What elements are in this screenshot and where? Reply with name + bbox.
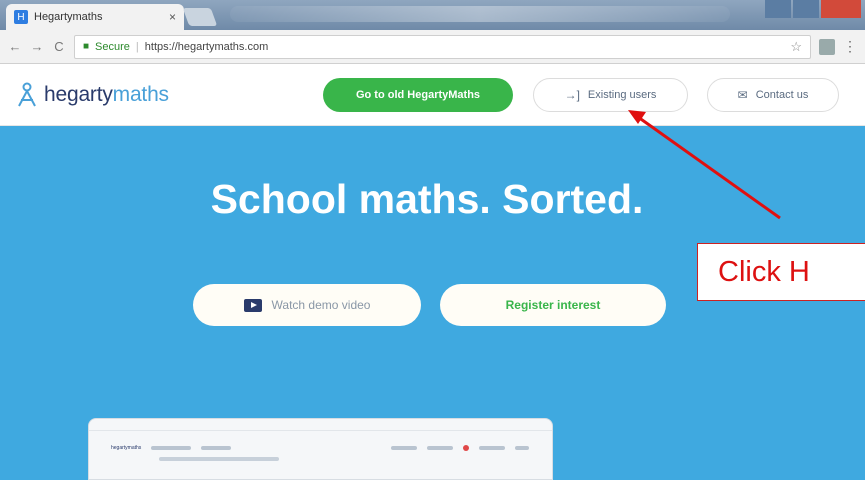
- browser-menu-icon[interactable]: ⋮: [843, 38, 857, 55]
- preview-notification-dot: [463, 445, 469, 451]
- preview-nav-chip: [479, 446, 505, 450]
- logo-text-2: maths: [112, 83, 169, 106]
- favicon-icon: H: [14, 10, 28, 24]
- preview-nav-chip: [151, 446, 192, 450]
- maximize-button[interactable]: [793, 0, 819, 18]
- minimize-button[interactable]: [765, 0, 791, 18]
- hegartymaths-logo[interactable]: hegartymaths: [16, 82, 169, 108]
- existing-users-label: Existing users: [587, 89, 657, 101]
- preview-nav-chip: [391, 446, 417, 450]
- sign-in-icon: →]: [564, 88, 580, 102]
- contact-us-label: Contact us: [755, 89, 809, 101]
- browser-toolbar: ← → C ■ Secure | https://hegartymaths.co…: [0, 30, 865, 64]
- register-interest-button[interactable]: Register interest: [440, 284, 666, 326]
- window-close-button[interactable]: [821, 0, 861, 18]
- browser-tabstrip: H Hegartymaths ×: [0, 0, 865, 30]
- logo-mark-icon: [18, 82, 36, 107]
- address-bar[interactable]: ■ Secure | https://hegartymaths.com ☆: [74, 34, 811, 59]
- lock-icon: ■: [83, 41, 90, 52]
- preview-titlebar: [89, 419, 552, 431]
- preview-subnav: [159, 457, 279, 461]
- existing-users-button[interactable]: →] Existing users: [533, 78, 688, 112]
- back-icon[interactable]: ←: [8, 39, 22, 54]
- tab-close-icon[interactable]: ×: [169, 10, 176, 24]
- app-preview-image: hegartymaths: [88, 418, 553, 480]
- preview-logo: hegartymaths: [111, 445, 142, 451]
- logo-text: hegartymaths: [44, 83, 169, 107]
- new-tab-button[interactable]: [182, 8, 218, 26]
- preview-nav-chip: [515, 446, 529, 450]
- register-interest-label: Register interest: [505, 298, 601, 312]
- watch-demo-label: Watch demo video: [271, 298, 371, 312]
- logo-text-1: hegarty: [44, 83, 113, 106]
- browser-tab[interactable]: H Hegartymaths ×: [6, 4, 184, 30]
- hero-section: School maths. Sorted. Watch demo video R…: [0, 126, 865, 480]
- preview-navbar: hegartymaths: [111, 444, 529, 452]
- mail-icon: ✉: [737, 88, 748, 102]
- play-icon: [243, 298, 262, 312]
- hero-title: School maths. Sorted.: [210, 176, 644, 222]
- url-text: https://hegartymaths.com: [144, 40, 269, 53]
- preview-nav-chip: [201, 446, 232, 450]
- secure-label: Secure: [95, 40, 130, 53]
- tab-title: Hegartymaths: [34, 11, 103, 23]
- go-to-old-hegartymaths-button[interactable]: Go to old HegartyMaths: [323, 78, 513, 112]
- window-controls: [765, 0, 861, 22]
- star-icon[interactable]: ☆: [790, 39, 802, 55]
- contact-us-button[interactable]: ✉ Contact us: [707, 78, 839, 112]
- extension-icon[interactable]: [819, 38, 835, 55]
- watch-demo-video-button[interactable]: Watch demo video: [193, 284, 421, 326]
- reload-icon[interactable]: C: [52, 39, 66, 54]
- preview-nav-chip: [427, 446, 453, 450]
- click-here-callout: Click H: [697, 243, 865, 301]
- address-separator: |: [135, 40, 139, 53]
- blurred-tab-area: [230, 6, 730, 22]
- forward-icon[interactable]: →: [30, 39, 44, 54]
- site-header: hegartymaths Go to old HegartyMaths →] E…: [0, 64, 865, 126]
